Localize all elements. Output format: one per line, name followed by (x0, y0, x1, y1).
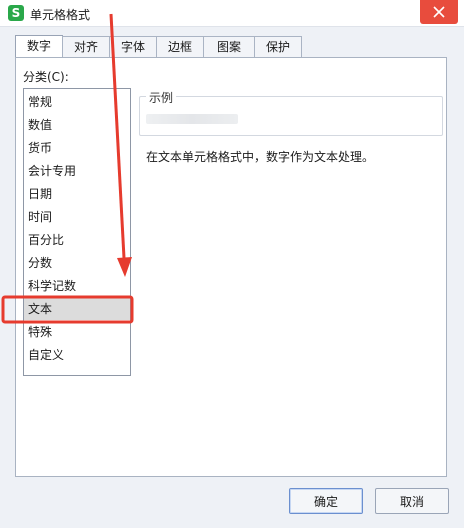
close-button[interactable] (420, 0, 458, 24)
category-item-text[interactable]: 文本 (24, 298, 130, 320)
category-item-special[interactable]: 特殊 (24, 321, 130, 343)
tab-protection[interactable]: 保护 (254, 36, 302, 57)
number-format-panel: 分类(C): 常规 数值 货币 会计专用 日期 时间 百分比 分数 科学记数 文… (15, 57, 447, 477)
category-item-accounting[interactable]: 会计专用 (24, 160, 130, 182)
category-item-scientific[interactable]: 科学记数 (24, 275, 130, 297)
tab-alignment[interactable]: 对齐 (62, 36, 110, 57)
ok-button[interactable]: 确定 (289, 488, 363, 514)
category-item-date[interactable]: 日期 (24, 183, 130, 205)
category-item-custom[interactable]: 自定义 (24, 344, 130, 366)
category-item-time[interactable]: 时间 (24, 206, 130, 228)
title-bar: S 单元格格式 (0, 0, 464, 27)
spreadsheet-app-icon: S (8, 5, 24, 21)
cancel-button[interactable]: 取消 (375, 488, 449, 514)
category-list[interactable]: 常规 数值 货币 会计专用 日期 时间 百分比 分数 科学记数 文本 特殊 自定… (23, 88, 131, 376)
dialog-title: 单元格格式 (30, 8, 91, 22)
category-label: 分类(C): (23, 70, 69, 84)
category-item-fraction[interactable]: 分数 (24, 252, 130, 274)
sample-label: 示例 (146, 89, 177, 106)
close-icon (433, 6, 445, 18)
tab-font[interactable]: 字体 (109, 36, 157, 57)
tab-border[interactable]: 边框 (156, 36, 204, 57)
category-item-general[interactable]: 常规 (24, 91, 130, 113)
category-item-currency[interactable]: 货币 (24, 137, 130, 159)
sample-preview-redacted (146, 114, 238, 124)
tab-pattern[interactable]: 图案 (203, 36, 255, 57)
category-item-percentage[interactable]: 百分比 (24, 229, 130, 251)
category-item-number[interactable]: 数值 (24, 114, 130, 136)
tab-number[interactable]: 数字 (15, 35, 63, 58)
format-description: 在文本单元格格式中，数字作为文本处理。 (146, 150, 375, 164)
